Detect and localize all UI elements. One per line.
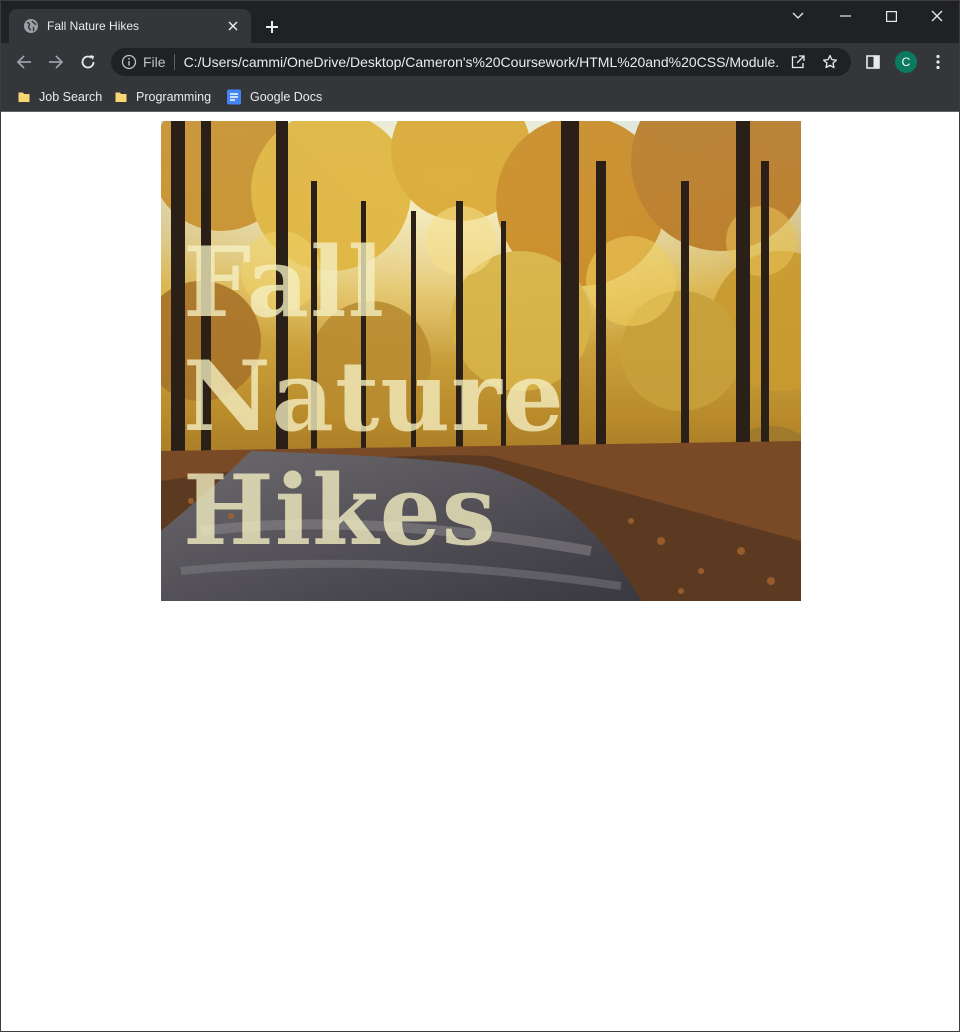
close-window-button[interactable] bbox=[914, 1, 959, 31]
reload-icon bbox=[81, 55, 95, 69]
reload-button[interactable] bbox=[74, 48, 102, 76]
new-tab-button[interactable] bbox=[259, 14, 285, 40]
arrow-left-icon bbox=[16, 55, 31, 69]
tab-fall-nature-hikes[interactable]: Fall Nature Hikes bbox=[9, 9, 251, 43]
url-text[interactable]: C:/Users/cammi/OneDrive/Desktop/Cameron'… bbox=[184, 54, 779, 70]
kebab-menu-icon bbox=[936, 54, 940, 70]
maximize-button[interactable] bbox=[868, 1, 914, 31]
menu-button[interactable] bbox=[924, 48, 952, 76]
folder-icon bbox=[115, 92, 127, 102]
bookmarks-bar: Job Search Programming Google Docs bbox=[1, 81, 959, 112]
hero-title: Fall Nature Hikes bbox=[183, 226, 565, 567]
browser-window: Fall Nature Hikes File C:/Users/cammi/On… bbox=[0, 0, 960, 1032]
folder-icon bbox=[18, 92, 30, 102]
info-icon[interactable] bbox=[121, 54, 137, 70]
minimize-button[interactable] bbox=[822, 1, 868, 31]
bookmark-label: Job Search bbox=[39, 90, 103, 104]
url-scheme-label: File bbox=[143, 54, 166, 70]
share-icon[interactable] bbox=[785, 49, 811, 75]
page-content: Fall Nature Hikes bbox=[1, 113, 959, 1031]
side-panel-icon bbox=[866, 55, 880, 69]
address-bar[interactable]: File C:/Users/cammi/OneDrive/Desktop/Cam… bbox=[111, 48, 851, 76]
tab-search-button[interactable] bbox=[775, 1, 821, 31]
address-separator bbox=[173, 54, 175, 70]
side-panel-button[interactable] bbox=[859, 48, 887, 76]
toolbar: File C:/Users/cammi/OneDrive/Desktop/Cam… bbox=[1, 43, 959, 81]
tab-title: Fall Nature Hikes bbox=[47, 19, 140, 33]
hero-image: Fall Nature Hikes bbox=[161, 121, 801, 601]
maximize-icon bbox=[885, 10, 897, 22]
profile-avatar[interactable]: C bbox=[895, 51, 917, 73]
plus-icon bbox=[266, 21, 278, 33]
chevron-down-icon bbox=[792, 12, 804, 19]
minimize-icon bbox=[839, 15, 851, 17]
bookmark-google-docs[interactable]: Google Docs bbox=[226, 85, 322, 109]
back-button[interactable] bbox=[10, 48, 38, 76]
bookmark-label: Google Docs bbox=[250, 90, 323, 104]
globe-icon bbox=[23, 18, 39, 34]
bookmark-programming[interactable]: Programming bbox=[114, 85, 211, 109]
bookmark-label: Programming bbox=[136, 90, 212, 104]
bookmark-job-search[interactable]: Job Search bbox=[17, 85, 102, 109]
tab-strip: Fall Nature Hikes bbox=[1, 1, 959, 43]
close-icon bbox=[931, 10, 943, 22]
google-docs-icon bbox=[227, 89, 241, 105]
profile-initial: C bbox=[901, 55, 911, 69]
forward-button[interactable] bbox=[42, 48, 70, 76]
arrow-right-icon bbox=[49, 55, 64, 69]
star-icon[interactable] bbox=[817, 49, 843, 75]
tab-close-icon[interactable] bbox=[223, 16, 243, 36]
